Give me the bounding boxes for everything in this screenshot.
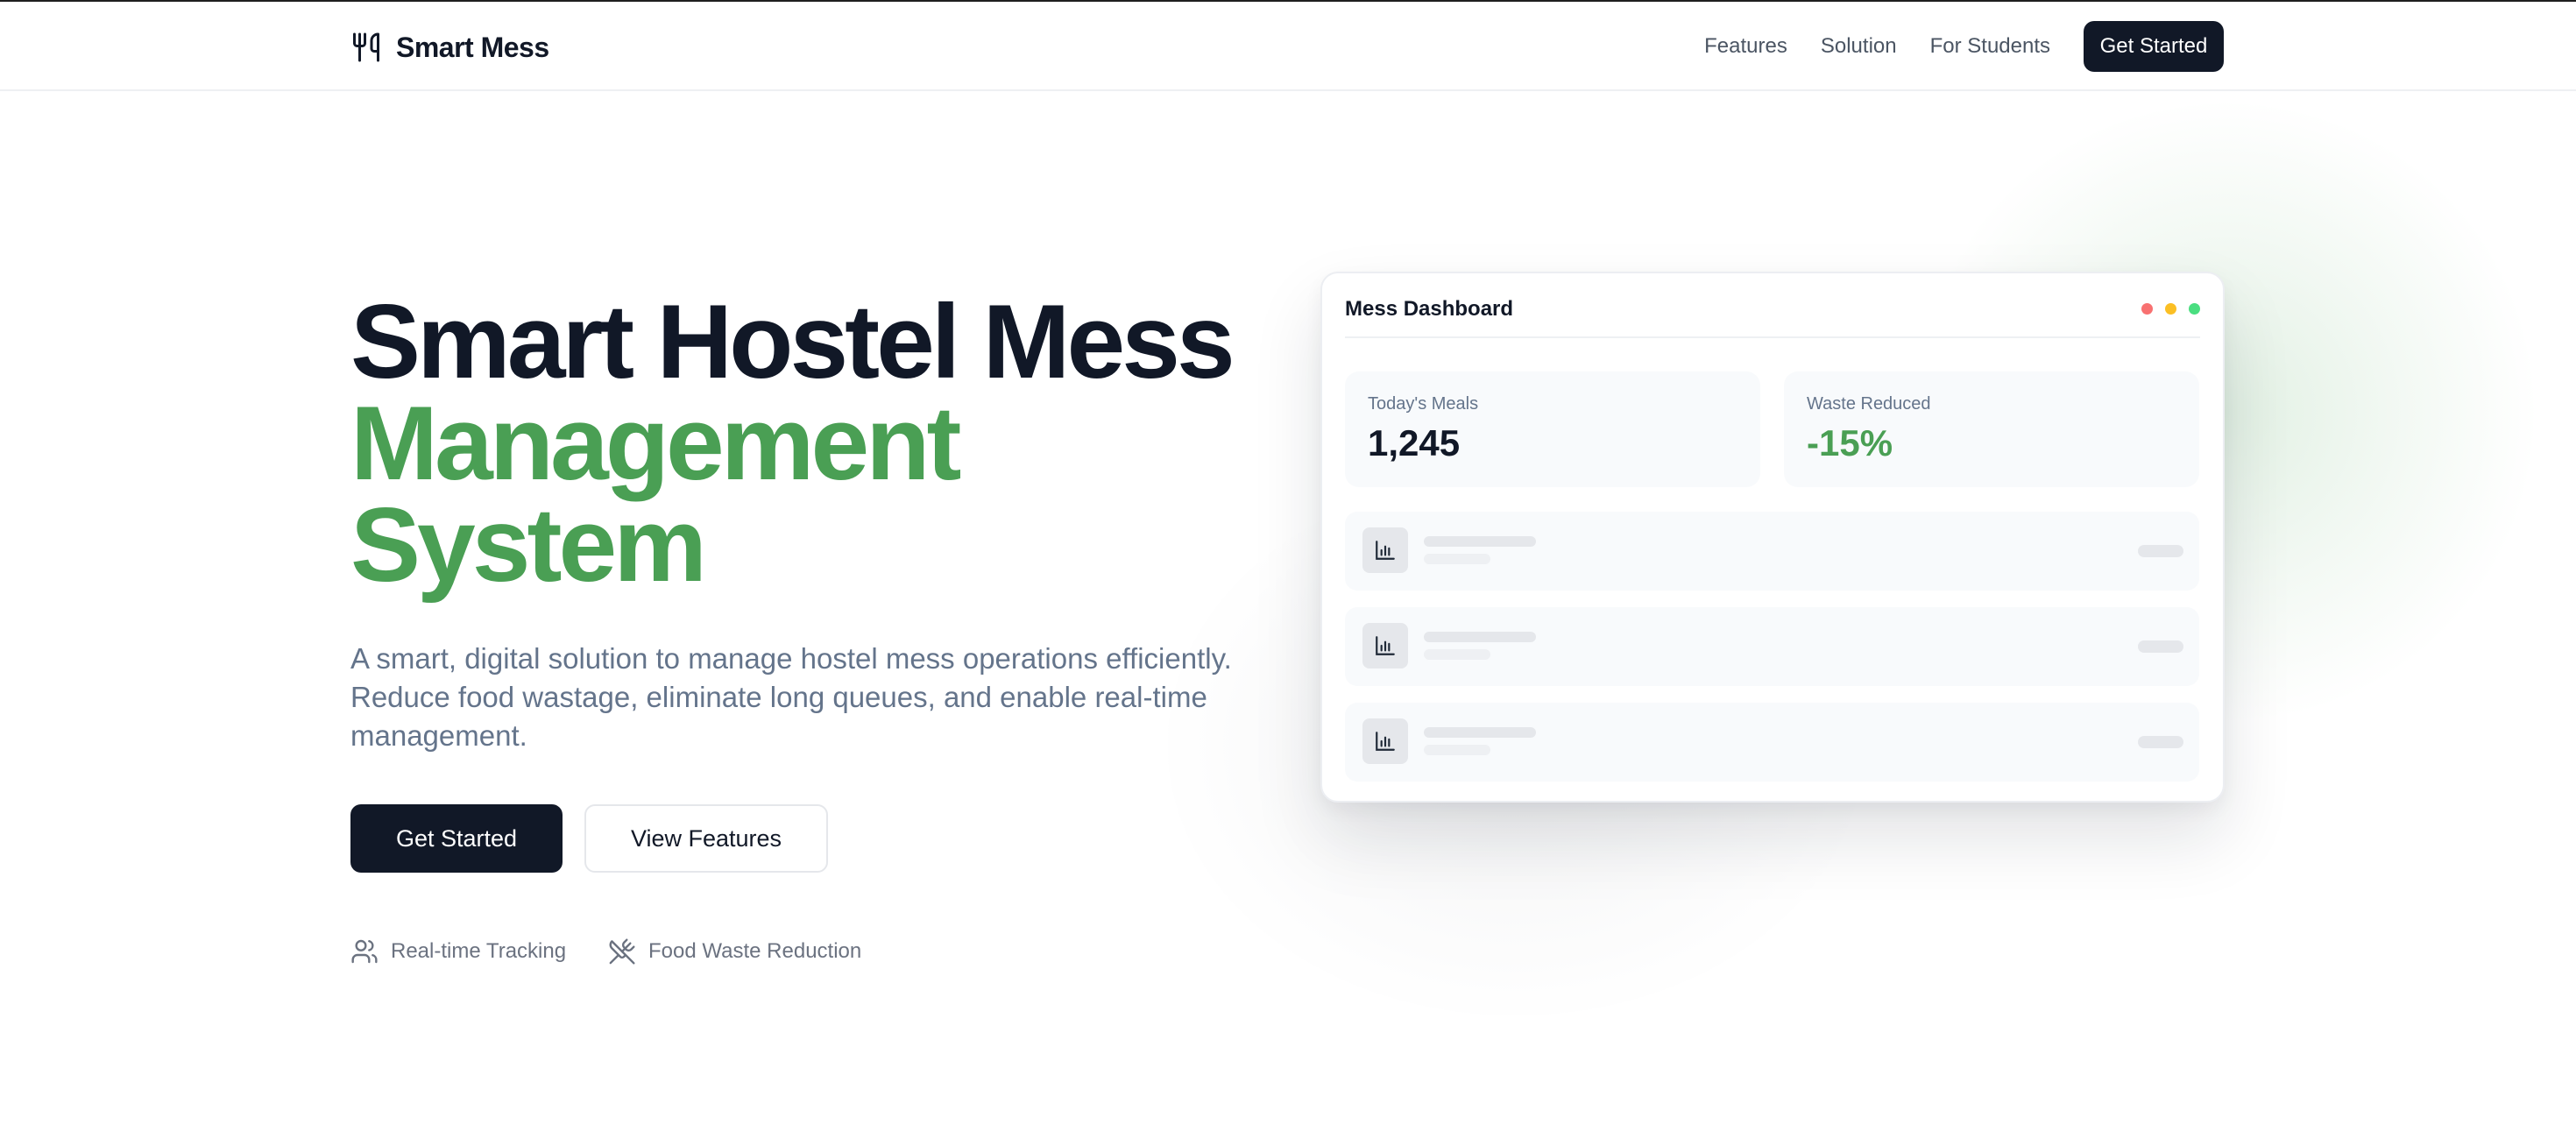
nav-get-started-button[interactable]: Get Started [2084,21,2224,72]
utensils-crossed-icon [609,938,635,965]
dashboard-preview-card: Mess Dashboard Today's Meals 1,245 Waste… [1320,272,2225,803]
bar-chart-icon [1362,718,1408,764]
skeleton-line [1424,554,1490,564]
window-dot-red [2141,303,2153,315]
nav-link-features[interactable]: Features [1704,34,1787,59]
feature-label: Real-time Tracking [391,939,567,963]
bar-chart-icon [1362,527,1408,573]
hero-subtitle: A smart, digital solution to manage host… [350,642,1232,752]
feature-food-waste-reduction: Food Waste Reduction [608,937,861,966]
bar-chart-icon [1362,623,1408,668]
stat-label: Waste Reduced [1807,394,1931,414]
view-features-button[interactable]: View Features [584,804,828,873]
users-icon [351,939,378,964]
skeleton-badge [2138,545,2183,557]
brand-logo[interactable]: Smart Mess [350,28,549,67]
hero-title-line-1: Smart Hostel Mess [350,283,1235,400]
skeleton-line [1424,745,1490,755]
dashboard-title: Mess Dashboard [1345,297,1514,321]
skeleton-badge [2138,640,2183,653]
list-item [1345,607,2199,686]
hero-title-line-2: Management [350,385,961,502]
dashboard-header: Mess Dashboard [1345,296,2200,338]
hero-title-line-3: System [350,486,707,604]
brand-name: Smart Mess [396,31,549,63]
stat-value: 1,245 [1368,422,1461,463]
list-item [1345,512,2199,591]
utensils-icon [353,32,379,62]
stat-todays-meals: Today's Meals 1,245 [1345,371,1760,487]
skeleton-badge [2138,736,2183,748]
window-dot-green [2189,303,2200,315]
stat-label: Today's Meals [1368,394,1479,414]
stat-value: -15% [1807,422,1893,463]
nav-link-for-students[interactable]: For Students [1930,34,2050,59]
main-nav: Features Solution For Students Get Start… [1704,21,2224,72]
feature-realtime-tracking: Real-time Tracking [350,937,566,966]
nav-link-solution[interactable]: Solution [1821,34,1897,59]
site-header: Smart Mess Features Solution For Student… [0,2,2576,91]
skeleton-line [1424,632,1536,642]
stat-waste-reduced: Waste Reduced -15% [1784,371,2199,487]
skeleton-line [1424,649,1490,660]
list-item [1345,703,2199,782]
window-controls [2129,303,2200,315]
skeleton-line [1424,536,1536,547]
feature-label: Food Waste Reduction [648,939,862,963]
skeleton-line [1424,727,1536,738]
get-started-button[interactable]: Get Started [350,804,563,873]
hero-title: Smart Hostel Mess Management System [350,283,1235,604]
window-dot-yellow [2165,303,2176,315]
